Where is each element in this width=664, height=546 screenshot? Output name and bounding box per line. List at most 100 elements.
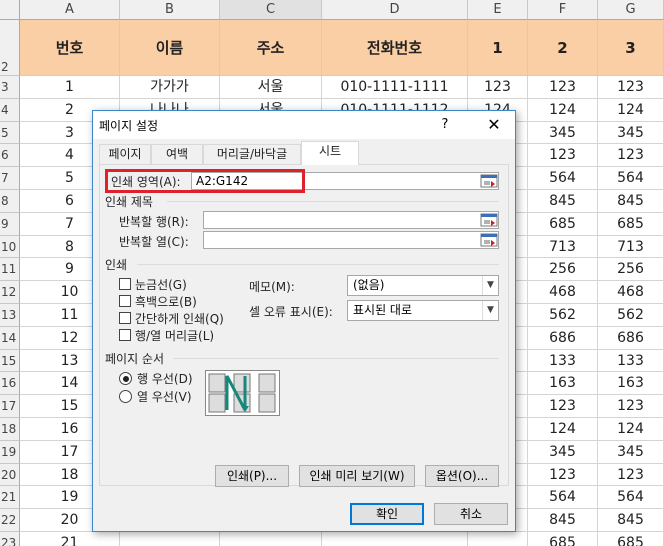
- print-button[interactable]: 인쇄(P)...: [215, 465, 289, 487]
- close-button[interactable]: ✕: [483, 114, 505, 136]
- repeat-rows-input[interactable]: [203, 211, 499, 229]
- select-all-corner[interactable]: [0, 0, 20, 20]
- table-cell[interactable]: 256: [528, 258, 598, 282]
- table-cell[interactable]: 133: [598, 349, 664, 373]
- table-cell[interactable]: 163: [528, 372, 598, 396]
- over-then-down-radio[interactable]: [119, 390, 132, 403]
- table-cell[interactable]: 562: [598, 304, 664, 327]
- table-cell[interactable]: 21: [20, 532, 120, 546]
- header-cell[interactable]: 2: [528, 20, 598, 76]
- table-cell[interactable]: 123: [528, 395, 598, 418]
- comments-select[interactable]: (없음) ▼: [347, 275, 499, 296]
- column-header[interactable]: A: [20, 0, 120, 20]
- table-cell[interactable]: 845: [598, 190, 664, 213]
- cell-errors-select[interactable]: 표시된 대로 ▼: [347, 300, 499, 321]
- row-header[interactable]: 22: [0, 509, 20, 532]
- print-area-collapse-icon[interactable]: [480, 174, 498, 188]
- row-header[interactable]: 8: [0, 190, 20, 213]
- tab-margins[interactable]: 여백: [151, 144, 203, 164]
- row-header[interactable]: 12: [0, 281, 20, 304]
- row-header[interactable]: 13: [0, 304, 20, 327]
- table-cell[interactable]: 564: [598, 486, 664, 510]
- dialog-titlebar[interactable]: 페이지 설정 ? ✕: [93, 111, 515, 139]
- table-cell[interactable]: 124: [598, 418, 664, 441]
- table-cell[interactable]: 345: [528, 440, 598, 464]
- gridlines-checkbox[interactable]: [119, 278, 131, 290]
- tab-header-footer[interactable]: 머리글/바닥글: [203, 144, 301, 164]
- help-button[interactable]: ?: [435, 115, 455, 135]
- table-cell[interactable]: 564: [528, 486, 598, 510]
- row-header[interactable]: 4: [0, 98, 20, 122]
- tab-sheet[interactable]: 시트: [301, 141, 359, 165]
- row-header[interactable]: 23: [0, 532, 20, 546]
- table-cell[interactable]: 123: [528, 463, 598, 487]
- header-cell[interactable]: 전화번호: [322, 20, 468, 76]
- row-header[interactable]: 3: [0, 76, 20, 99]
- row-header[interactable]: 18: [0, 418, 20, 441]
- table-cell[interactable]: 685: [598, 212, 664, 236]
- column-header[interactable]: C: [220, 0, 322, 20]
- table-cell[interactable]: 123: [598, 76, 664, 99]
- column-header[interactable]: B: [120, 0, 220, 20]
- table-cell[interactable]: 123: [598, 144, 664, 168]
- row-header[interactable]: 19: [0, 440, 20, 464]
- header-cell[interactable]: 3: [598, 20, 664, 76]
- row-header[interactable]: 5: [0, 121, 20, 145]
- headings-checkbox[interactable]: [119, 329, 131, 341]
- table-cell[interactable]: 468: [528, 281, 598, 304]
- table-cell[interactable]: 123: [468, 76, 528, 99]
- tab-page[interactable]: 페이지: [99, 144, 151, 164]
- header-cell[interactable]: 이름: [120, 20, 220, 76]
- table-cell[interactable]: 345: [598, 440, 664, 464]
- column-header[interactable]: D: [322, 0, 468, 20]
- table-cell[interactable]: 685: [598, 532, 664, 546]
- table-cell[interactable]: 845: [528, 509, 598, 532]
- draft-quality-checkbox[interactable]: [119, 312, 131, 324]
- table-cell[interactable]: 845: [598, 509, 664, 532]
- ok-button[interactable]: 확인: [350, 503, 424, 525]
- row-header[interactable]: 6: [0, 144, 20, 168]
- row-header[interactable]: 17: [0, 395, 20, 418]
- column-header[interactable]: G: [598, 0, 664, 20]
- table-cell[interactable]: 256: [598, 258, 664, 282]
- row-header[interactable]: 14: [0, 326, 20, 350]
- header-cell[interactable]: 1: [468, 20, 528, 76]
- table-cell[interactable]: 124: [528, 98, 598, 122]
- table-cell[interactable]: 564: [598, 167, 664, 190]
- table-cell[interactable]: [220, 532, 322, 546]
- table-cell[interactable]: 468: [598, 281, 664, 304]
- table-cell[interactable]: [468, 532, 528, 546]
- row-header[interactable]: 10: [0, 235, 20, 259]
- row-header[interactable]: 21: [0, 486, 20, 510]
- black-white-checkbox[interactable]: [119, 295, 131, 307]
- column-header[interactable]: E: [468, 0, 528, 20]
- table-cell[interactable]: 685: [528, 532, 598, 546]
- table-cell[interactable]: 133: [528, 349, 598, 373]
- row-header[interactable]: 7: [0, 167, 20, 190]
- cancel-button[interactable]: 취소: [434, 503, 508, 525]
- table-cell[interactable]: 562: [528, 304, 598, 327]
- header-cell[interactable]: 번호: [20, 20, 120, 76]
- table-cell[interactable]: 010-1111-1111: [322, 76, 468, 99]
- table-cell[interactable]: 124: [528, 418, 598, 441]
- row-header[interactable]: 2: [0, 20, 20, 76]
- table-cell[interactable]: 123: [598, 463, 664, 487]
- table-cell[interactable]: 124: [598, 98, 664, 122]
- table-cell[interactable]: 686: [598, 326, 664, 350]
- table-cell[interactable]: 123: [528, 144, 598, 168]
- table-cell[interactable]: 845: [528, 190, 598, 213]
- row-header[interactable]: 11: [0, 258, 20, 282]
- column-header[interactable]: F: [528, 0, 598, 20]
- repeat-cols-collapse-icon[interactable]: [480, 233, 498, 247]
- table-cell[interactable]: 713: [598, 235, 664, 259]
- table-cell[interactable]: 345: [598, 121, 664, 145]
- row-header[interactable]: 16: [0, 372, 20, 396]
- table-cell[interactable]: 123: [528, 76, 598, 99]
- row-header[interactable]: 15: [0, 349, 20, 373]
- table-cell[interactable]: 713: [528, 235, 598, 259]
- table-cell[interactable]: 686: [528, 326, 598, 350]
- table-cell[interactable]: 564: [528, 167, 598, 190]
- print-preview-button[interactable]: 인쇄 미리 보기(W): [299, 465, 415, 487]
- table-cell[interactable]: 가가가: [120, 76, 220, 99]
- table-cell[interactable]: 1: [20, 76, 120, 99]
